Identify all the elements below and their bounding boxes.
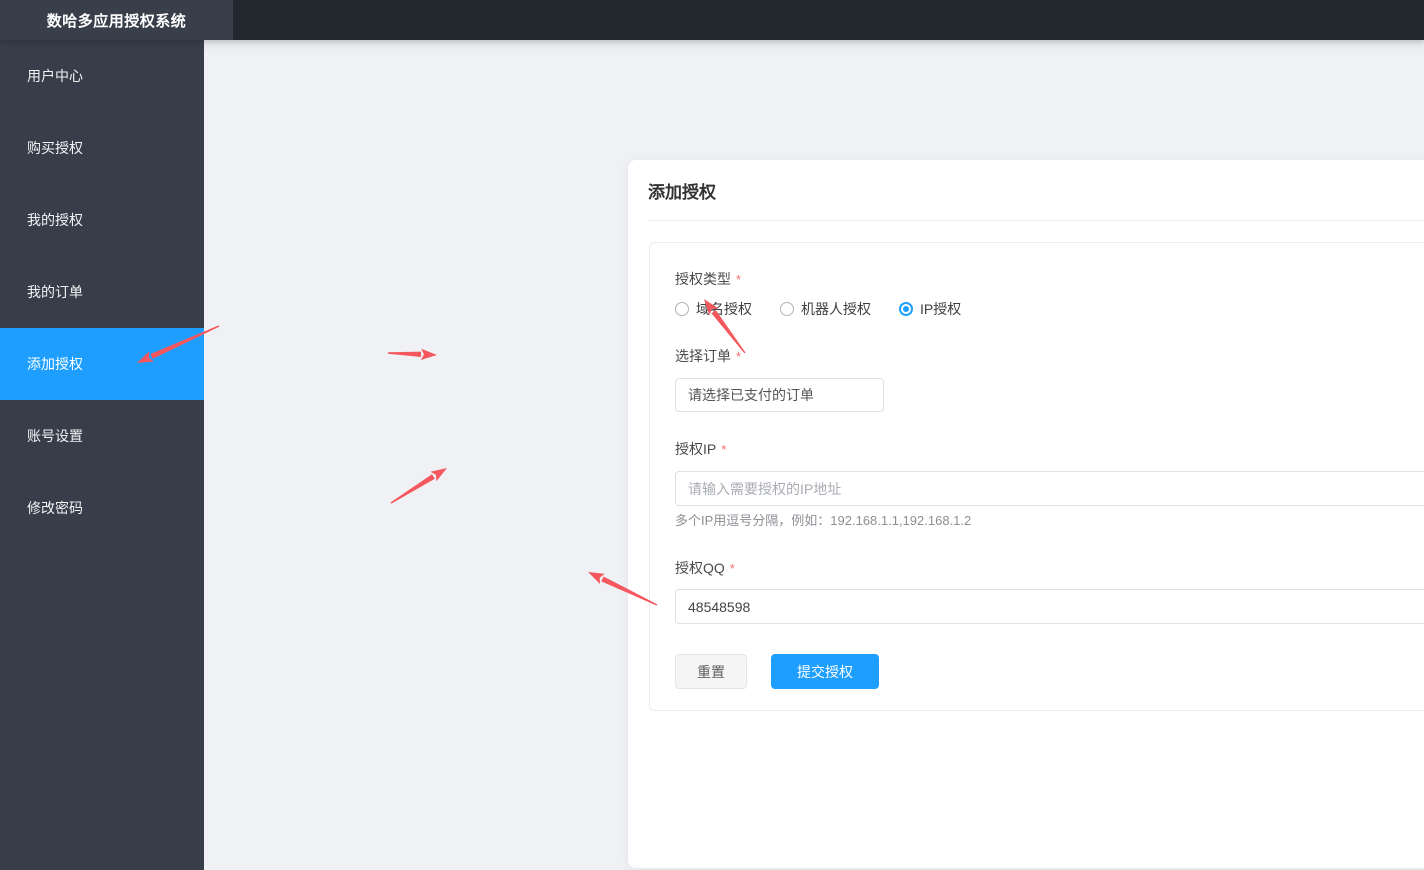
app-window: 数哈多应用授权系统 用户中心 购买授权 我的授权 我的订单 添加授权 账号设置 修改密码 添… [0,0,1424,870]
auth-type-label: 授权类型 * [675,271,1424,288]
ip-label: 授权IP * [675,441,1424,458]
sidebar-nav: 用户中心 购买授权 我的授权 我的订单 添加授权 账号设置 修改密码 [0,40,204,544]
reset-button[interactable]: 重置 [675,654,747,689]
page-title: 添加授权 [648,183,716,202]
add-license-form-panel: 授权类型 * 域名授权 机器人授权 IP授权 选择订单 * 请选择已支付的订单 授权IP… [649,242,1424,711]
order-select[interactable]: 请选择已支付的订单 [675,378,884,412]
required-asterisk: * [736,349,742,364]
sidebar-item-user-center[interactable]: 用户中心 [0,40,204,112]
content-area: 添加授权 授权类型 * 域名授权 机器人授权 IP授权 选择订单 * 请选择已支付的订单… [204,40,1424,870]
sidebar: 用户中心 购买授权 我的授权 我的订单 添加授权 账号设置 修改密码 [0,40,204,870]
order-label-text: 选择订单 [675,348,731,364]
radio-circle-icon [899,302,913,316]
top-header-bar: 数哈多应用授权系统 [0,0,1424,40]
sidebar-item-account-settings[interactable]: 账号设置 [0,400,204,472]
ip-label-text: 授权IP [675,441,717,457]
title-divider [648,220,1424,221]
radio-domain-auth[interactable]: 域名授权 [675,299,752,319]
radio-label: 机器人授权 [801,301,871,317]
sidebar-item-buy-license[interactable]: 购买授权 [0,112,204,184]
radio-label: 域名授权 [696,301,752,317]
order-label: 选择订单 * [675,348,1424,365]
sidebar-item-change-password[interactable]: 修改密码 [0,472,204,544]
add-license-card: 添加授权 授权类型 * 域名授权 机器人授权 IP授权 选择订单 * 请选择已支付的订单… [628,160,1424,868]
auth-type-label-text: 授权类型 [675,271,731,287]
radio-label: IP授权 [920,301,962,317]
qq-label: 授权QQ * [675,560,1424,577]
sidebar-item-add-license[interactable]: 添加授权 [0,328,204,400]
app-title: 数哈多应用授权系统 [46,12,187,30]
sidebar-item-my-licenses[interactable]: 我的授权 [0,184,204,256]
qq-label-text: 授权QQ [675,560,725,576]
submit-license-button[interactable]: 提交授权 [771,654,879,689]
sidebar-item-my-orders[interactable]: 我的订单 [0,256,204,328]
required-asterisk: * [736,272,742,287]
app-logo-block: 数哈多应用授权系统 [0,0,233,40]
radio-circle-icon [780,302,794,316]
ip-input[interactable] [675,471,1424,506]
form-actions: 重置 提交授权 [675,654,1424,689]
required-asterisk: * [721,442,727,457]
radio-robot-auth[interactable]: 机器人授权 [780,299,871,319]
qq-input[interactable] [675,589,1424,624]
ip-help-text: 多个IP用逗号分隔，例如：192.168.1.1,192.168.1.2 [675,513,972,528]
required-asterisk: * [729,561,735,576]
auth-type-radio-group: 域名授权 机器人授权 IP授权 [675,301,1424,317]
radio-ip-auth[interactable]: IP授权 [899,299,961,319]
radio-circle-icon [675,302,689,316]
